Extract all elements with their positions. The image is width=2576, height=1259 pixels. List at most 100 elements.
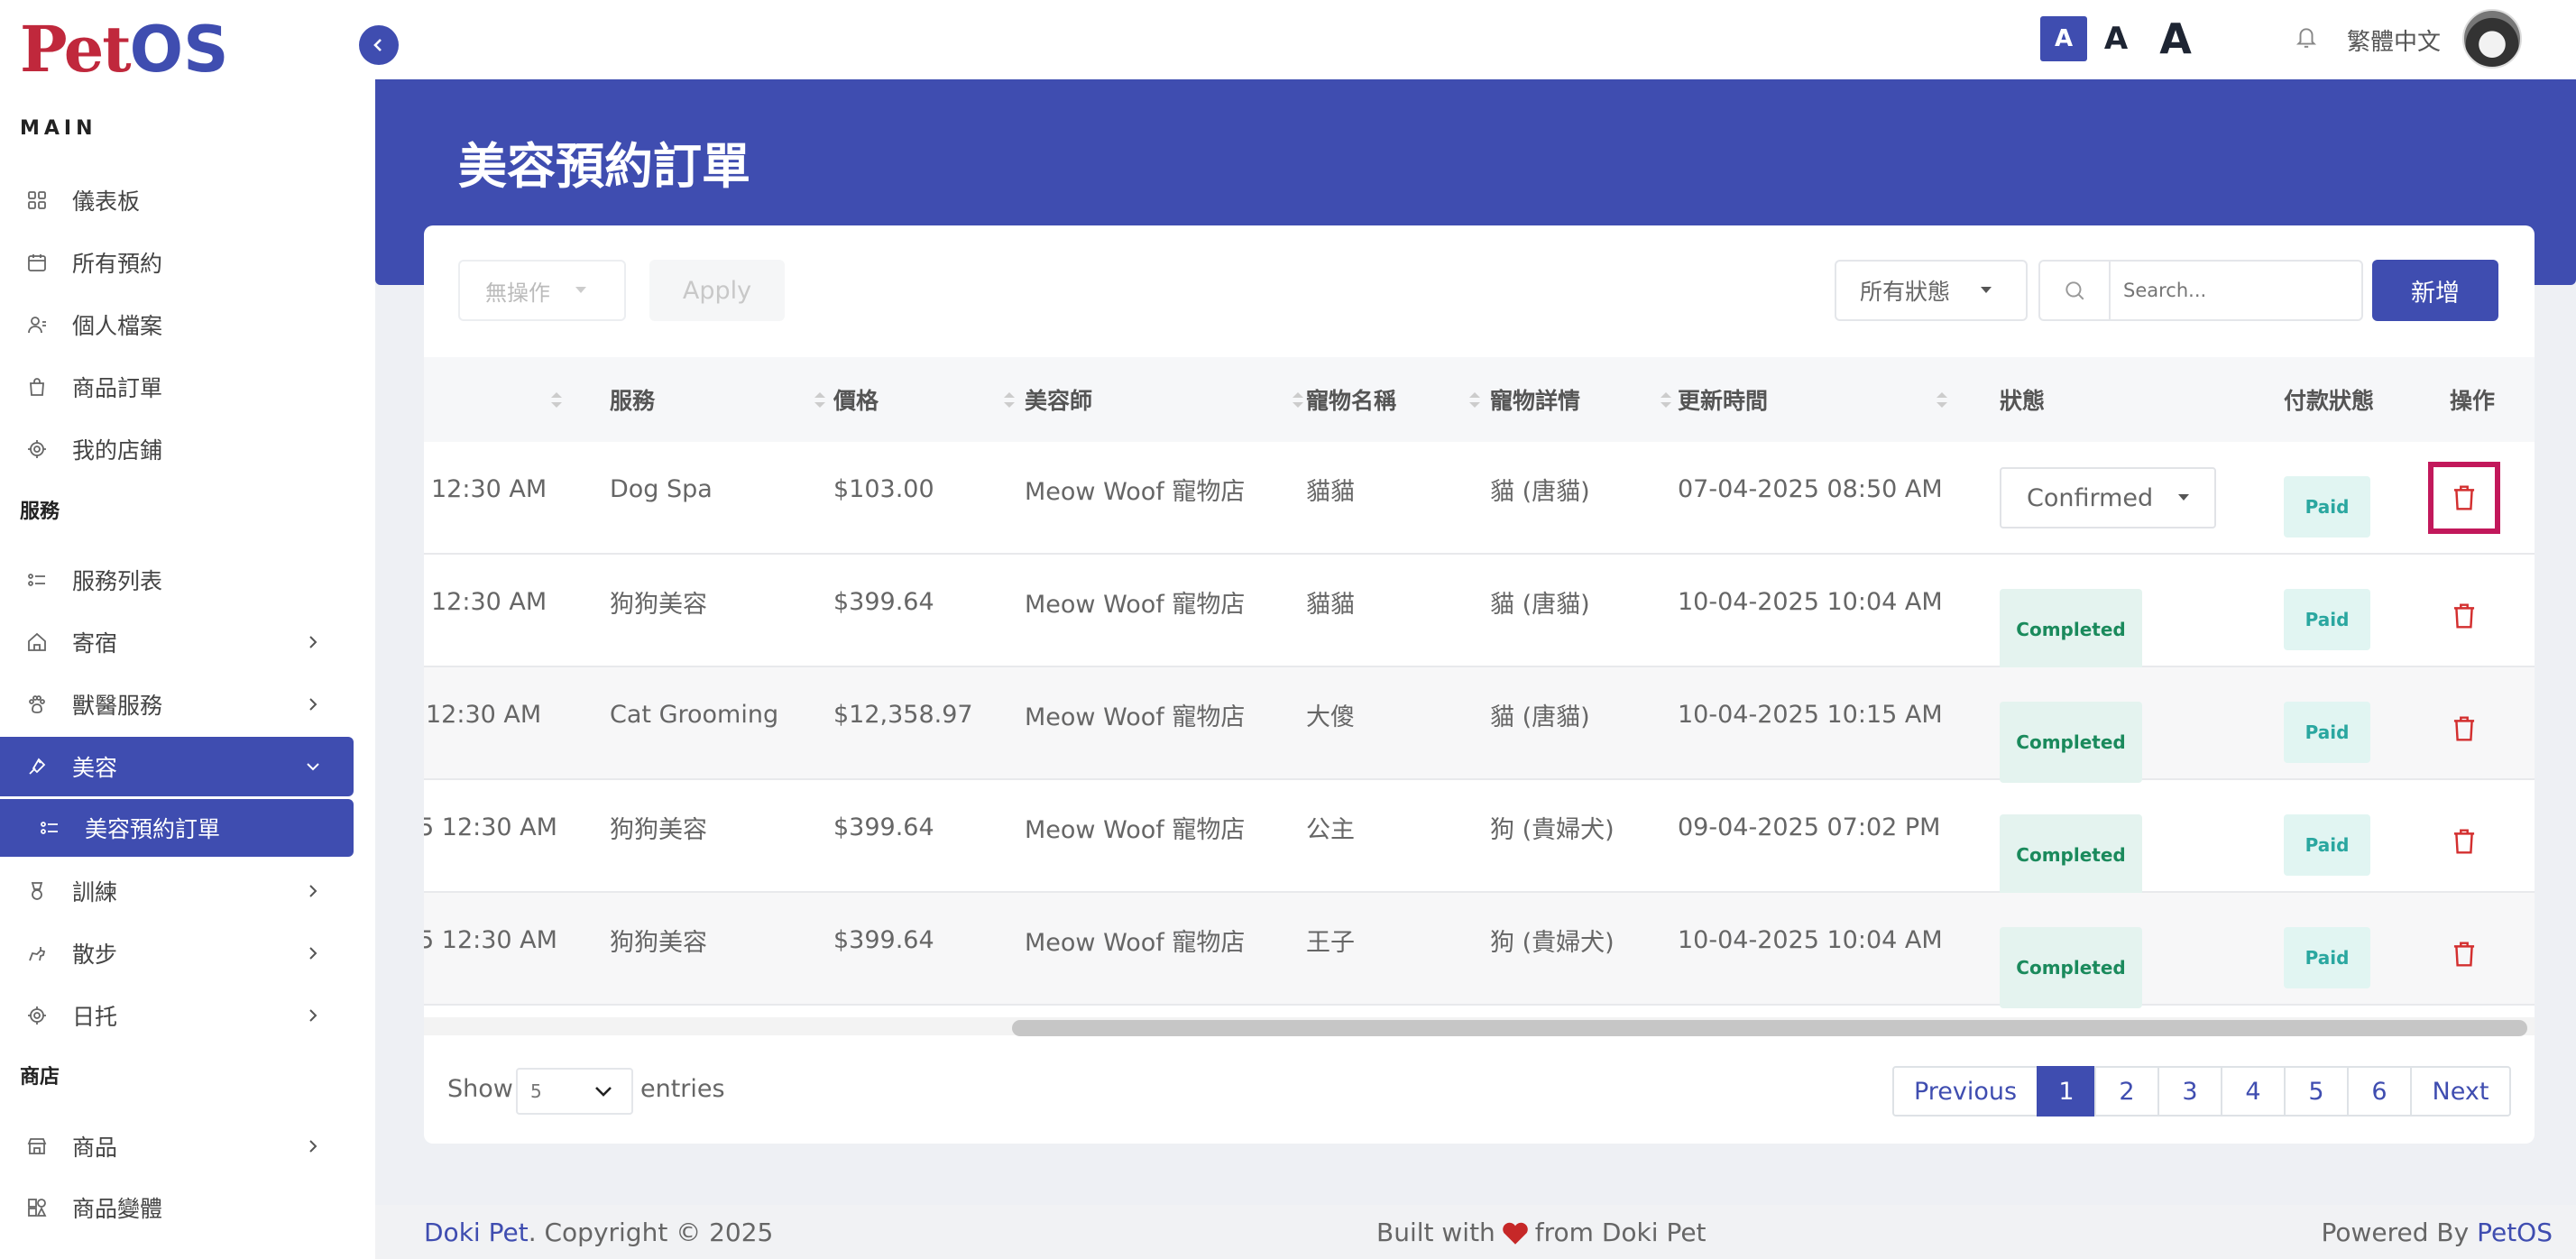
orders-card: 無操作 Apply 所有狀態 新增 服務 價格 美容師 寵物名稱 寵物詳情 更新…: [424, 225, 2535, 1144]
pagination-page[interactable]: 5: [2284, 1066, 2349, 1117]
sidebar-item-product-variants[interactable]: 商品變體: [0, 1178, 354, 1237]
sidebar-item-label: 個人檔案: [72, 313, 163, 339]
font-size-small-button[interactable]: A: [2040, 16, 2087, 61]
sort-icon: [814, 391, 826, 409]
sidebar-item-my-store[interactable]: 我的店鋪: [0, 419, 354, 479]
sort-icon-col-time[interactable]: [538, 357, 563, 442]
cell-pet-detail: 貓 (唐貓): [1490, 703, 1590, 731]
pagination-page[interactable]: 3: [2157, 1066, 2222, 1117]
header-service[interactable]: 服務: [610, 357, 835, 442]
sidebar: PetOS MAIN 儀表板 所有預約 個人檔案 商品訂單 我的店鋪 服務 服務…: [0, 0, 375, 1259]
trash-icon: [2453, 485, 2475, 510]
cell-pet-name: 公主: [1306, 815, 1355, 844]
header-label: 寵物名稱: [1306, 388, 1397, 414]
font-size-medium-button[interactable]: A: [2096, 16, 2136, 61]
sidebar-item-daycare[interactable]: 日托: [0, 986, 354, 1045]
delete-button[interactable]: [2428, 462, 2500, 534]
header-status: 狀態: [2000, 388, 2046, 414]
sidebar-item-profile[interactable]: 個人檔案: [0, 295, 354, 354]
sidebar-item-service-list[interactable]: 服務列表: [0, 550, 354, 610]
payment-badge: Paid: [2284, 476, 2370, 538]
chevron-right-icon: [299, 1133, 327, 1160]
sidebar-item-products[interactable]: 商品: [0, 1117, 354, 1176]
status-select[interactable]: Confirmed: [2000, 467, 2216, 528]
pagination-previous[interactable]: Previous: [1892, 1066, 2038, 1117]
pagination-page[interactable]: 1: [2037, 1066, 2096, 1117]
status-filter-value: 所有狀態: [1860, 279, 1951, 305]
search-input[interactable]: [2111, 260, 2363, 321]
status-value: Confirmed: [2027, 483, 2154, 512]
caret-down-icon: [2178, 494, 2190, 501]
status-badge: Completed: [2000, 702, 2142, 783]
avatar[interactable]: [2462, 9, 2522, 69]
footer-brand-link[interactable]: Doki Pet: [424, 1218, 529, 1247]
sort-icon: [550, 391, 563, 409]
horizontal-scrollbar-thumb[interactable]: [1012, 1020, 2527, 1036]
footer: Doki Pet. Copyright © 2025 Built with fr…: [375, 1205, 2576, 1259]
search-icon-box: [2038, 260, 2111, 321]
store-icon: [25, 437, 49, 461]
sidebar-item-walking[interactable]: 散步: [0, 924, 354, 983]
sidebar-item-label: 寄宿: [72, 630, 118, 657]
sidebar-item-boarding[interactable]: 寄宿: [0, 612, 354, 672]
sidebar-item-label: 商品: [72, 1135, 118, 1161]
pagination-page[interactable]: 4: [2221, 1066, 2286, 1117]
sort-icon: [1292, 391, 1304, 409]
shopping-bag-icon: [25, 375, 49, 399]
apply-button[interactable]: Apply: [649, 260, 785, 321]
sidebar-collapse-button[interactable]: [359, 25, 399, 65]
add-button[interactable]: 新增: [2372, 260, 2498, 321]
sidebar-item-vet[interactable]: 獸醫服務: [0, 675, 354, 734]
language-selector[interactable]: 繁體中文: [2347, 23, 2441, 57]
pagination-page[interactable]: 6: [2347, 1066, 2412, 1117]
header-updated[interactable]: 更新時間: [1678, 357, 1957, 442]
sort-icon: [1003, 391, 1016, 409]
entries-select[interactable]: 5: [516, 1068, 633, 1115]
header-pet-name[interactable]: 寵物名稱: [1306, 357, 1490, 442]
pagination-next[interactable]: Next: [2410, 1066, 2511, 1117]
sidebar-item-dashboard[interactable]: 儀表板: [0, 170, 354, 230]
pagination-page[interactable]: 2: [2094, 1066, 2159, 1117]
delete-button[interactable]: [2428, 693, 2500, 765]
font-size-large-button[interactable]: A: [2150, 14, 2201, 63]
bell-icon[interactable]: [2295, 23, 2320, 52]
cell-pet-detail: 貓 (唐貓): [1490, 477, 1590, 506]
bulk-action-select[interactable]: 無操作: [458, 260, 626, 321]
header-price[interactable]: 價格: [833, 357, 1025, 442]
chevron-right-icon: [299, 940, 327, 967]
sidebar-item-product-orders[interactable]: 商品訂單: [0, 357, 354, 417]
sidebar-item-label: 所有預約: [72, 251, 163, 277]
status-filter-select[interactable]: 所有狀態: [1835, 260, 2028, 321]
chevron-right-icon: [299, 1002, 327, 1029]
daycare-icon: [25, 1004, 49, 1027]
sidebar-subitem-grooming-orders[interactable]: 美容預約訂單: [0, 799, 354, 857]
trash-icon: [2453, 829, 2475, 854]
dog-icon: [25, 942, 49, 965]
chevron-down-icon: [299, 753, 327, 780]
status-badge: Completed: [2000, 814, 2142, 896]
payment-badge: Paid: [2284, 814, 2370, 876]
header-label: 服務: [610, 388, 656, 414]
delete-button[interactable]: [2428, 580, 2500, 652]
user-icon: [25, 313, 49, 336]
cell-price: $399.64: [833, 587, 934, 616]
sidebar-item-all-bookings[interactable]: 所有預約: [0, 233, 354, 292]
chevron-down-icon: [595, 1087, 612, 1097]
footer-powered-link[interactable]: PetOS: [2477, 1218, 2553, 1247]
header-groomer[interactable]: 美容師: [1025, 357, 1313, 442]
sidebar-item-label: 散步: [72, 942, 118, 968]
sidebar-item-label: 日托: [72, 1004, 118, 1030]
home-icon: [25, 630, 49, 654]
header-label: 美容師: [1025, 388, 1093, 414]
sidebar-item-grooming[interactable]: 美容: [0, 737, 354, 796]
delete-button[interactable]: [2428, 805, 2500, 878]
cell-pet-detail: 貓 (唐貓): [1490, 590, 1590, 619]
sidebar-item-training[interactable]: 訓練: [0, 861, 354, 921]
sort-icon: [1660, 391, 1672, 409]
header-pet-detail[interactable]: 寵物詳情: [1490, 357, 1681, 442]
payment-badge: Paid: [2284, 589, 2370, 650]
cell-updated: 07-04-2025 08:50 AM: [1678, 474, 1943, 503]
delete-button[interactable]: [2428, 918, 2500, 990]
logo[interactable]: PetOS: [20, 18, 229, 82]
cell-groomer: Meow Woof 寵物店: [1025, 590, 1246, 619]
